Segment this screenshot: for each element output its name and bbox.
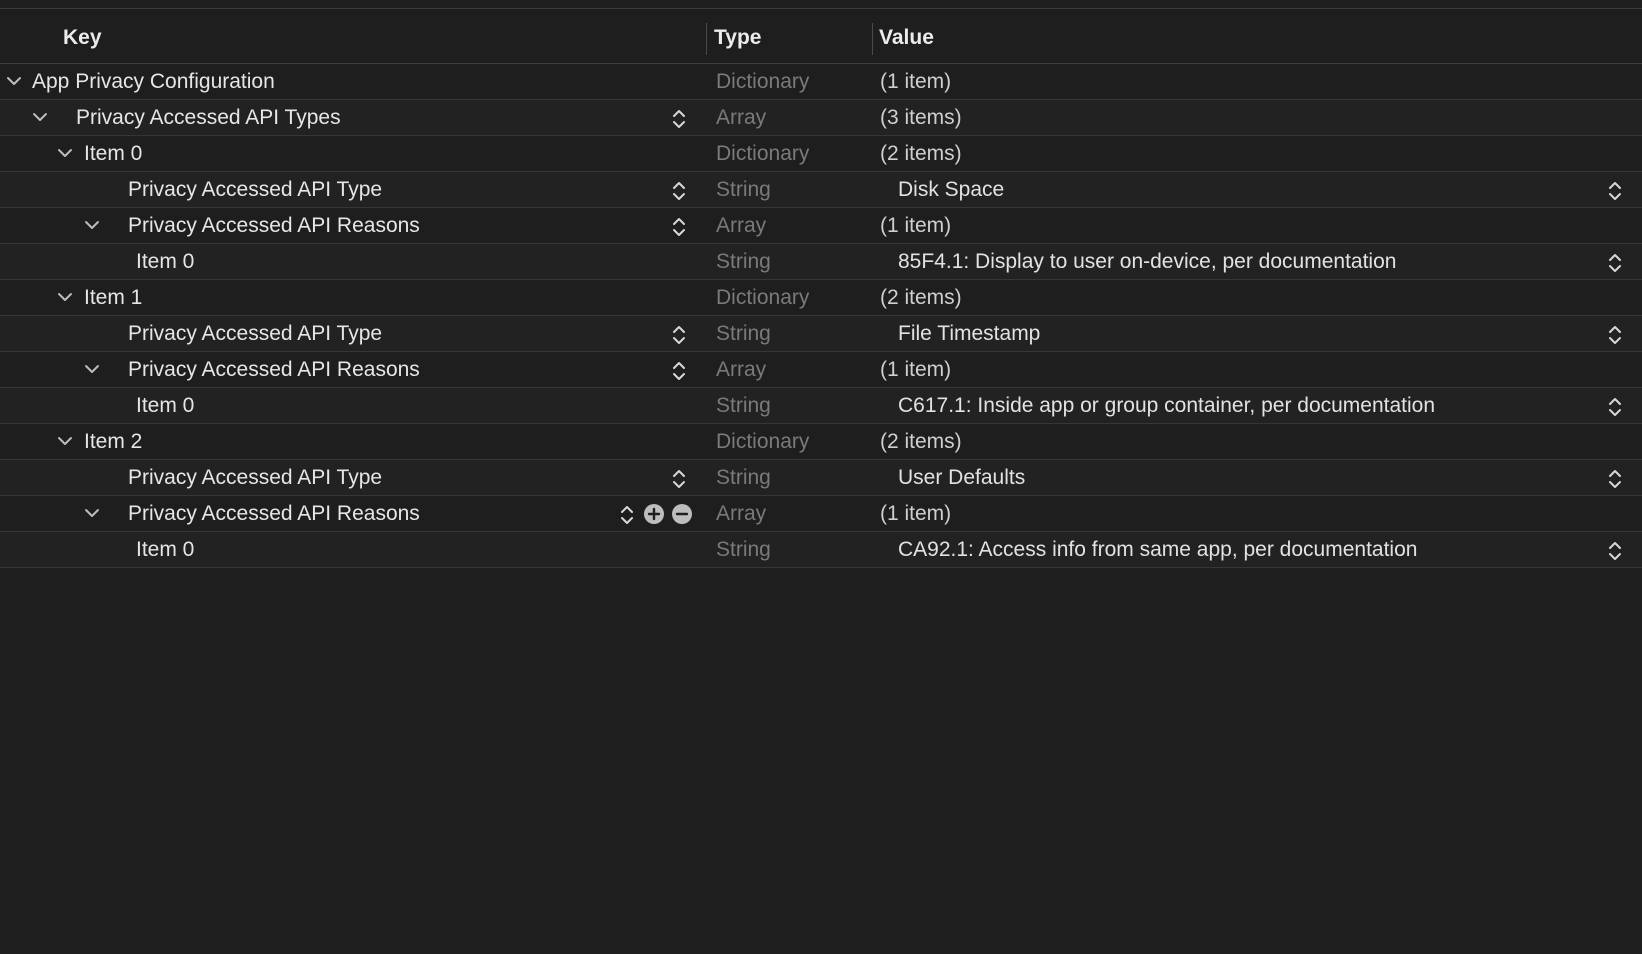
up-down-stepper-icon[interactable] (1607, 396, 1623, 418)
table-row[interactable]: Item 1 Dictionary (2 items) (0, 280, 1642, 316)
up-down-stepper-icon[interactable] (671, 180, 687, 202)
chevron-down-icon[interactable] (56, 290, 74, 304)
row-key[interactable]: Item 1 (84, 280, 142, 316)
table-row[interactable]: Privacy Accessed API Reasons Array (1 it… (0, 208, 1642, 244)
row-key[interactable]: Item 0 (136, 244, 194, 280)
chevron-down-icon[interactable] (5, 74, 23, 88)
row-key[interactable]: App Privacy Configuration (32, 64, 275, 100)
table-row[interactable]: App Privacy Configuration Dictionary (1 … (0, 64, 1642, 100)
up-down-stepper-icon[interactable] (1607, 468, 1623, 490)
plus-circle-icon[interactable] (643, 503, 665, 525)
row-type: String (716, 466, 771, 489)
chevron-down-icon[interactable] (56, 434, 74, 448)
row-type: String (716, 322, 771, 345)
row-key[interactable]: Privacy Accessed API Types (76, 100, 341, 136)
row-key[interactable]: Item 2 (84, 424, 142, 460)
row-key[interactable]: Privacy Accessed API Type (128, 172, 382, 208)
table-row[interactable]: Item 0 String CA92.1: Access info from s… (0, 532, 1642, 568)
chevron-down-icon[interactable] (83, 218, 101, 232)
row-type: String (716, 250, 771, 273)
row-type: Array (716, 106, 767, 129)
up-down-stepper-icon[interactable] (619, 504, 635, 526)
row-value[interactable]: 85F4.1: Display to user on-device, per d… (898, 244, 1396, 280)
plist-rows: App Privacy Configuration Dictionary (1 … (0, 64, 1642, 568)
chevron-down-icon[interactable] (83, 362, 101, 376)
row-type: Array (716, 502, 767, 525)
chevron-down-icon[interactable] (31, 110, 49, 124)
row-value: (1 item) (880, 502, 952, 525)
minus-circle-icon[interactable] (671, 503, 693, 525)
row-key[interactable]: Privacy Accessed API Reasons (128, 352, 420, 388)
row-type: Array (716, 358, 767, 381)
row-type: String (716, 178, 771, 201)
row-key[interactable]: Item 0 (136, 532, 194, 568)
up-down-stepper-icon[interactable] (671, 324, 687, 346)
row-value[interactable]: User Defaults (898, 460, 1025, 496)
table-row[interactable]: Privacy Accessed API Types Array (3 item… (0, 100, 1642, 136)
up-down-stepper-icon[interactable] (1607, 252, 1623, 274)
table-row[interactable]: Item 0 String C617.1: Inside app or grou… (0, 388, 1642, 424)
row-key[interactable]: Privacy Accessed API Reasons (128, 496, 420, 532)
table-row[interactable]: Item 0 Dictionary (2 items) (0, 136, 1642, 172)
row-type: Dictionary (716, 70, 810, 93)
column-resize-handle[interactable] (872, 23, 873, 55)
up-down-stepper-icon[interactable] (1607, 324, 1623, 346)
chevron-down-icon[interactable] (56, 146, 74, 160)
row-value: (1 item) (880, 214, 952, 237)
up-down-stepper-icon[interactable] (671, 468, 687, 490)
row-type: String (716, 394, 771, 417)
row-type: Dictionary (716, 286, 810, 309)
row-key[interactable]: Privacy Accessed API Reasons (128, 208, 420, 244)
row-value: (1 item) (880, 358, 952, 381)
up-down-stepper-icon[interactable] (1607, 540, 1623, 562)
key-column-header[interactable]: Key (63, 9, 102, 64)
table-row[interactable]: Privacy Accessed API Reasons Array (1 it… (0, 352, 1642, 388)
row-value: (3 items) (880, 106, 962, 129)
row-key[interactable]: Privacy Accessed API Type (128, 460, 382, 496)
column-resize-handle[interactable] (706, 23, 707, 55)
up-down-stepper-icon[interactable] (1607, 180, 1623, 202)
row-key[interactable]: Privacy Accessed API Type (128, 316, 382, 352)
plist-editor: Key Type Value App Privacy Configuration… (0, 0, 1642, 954)
table-row[interactable]: Item 0 String 85F4.1: Display to user on… (0, 244, 1642, 280)
table-row[interactable]: Privacy Accessed API Type String Disk Sp… (0, 172, 1642, 208)
type-column-header[interactable]: Type (714, 9, 761, 64)
row-value: (1 item) (880, 70, 952, 93)
row-key[interactable]: Item 0 (84, 136, 142, 172)
table-row[interactable]: Privacy Accessed API Type String File Ti… (0, 316, 1642, 352)
up-down-stepper-icon[interactable] (671, 216, 687, 238)
row-type: String (716, 538, 771, 561)
up-down-stepper-icon[interactable] (671, 360, 687, 382)
row-value[interactable]: Disk Space (898, 172, 1004, 208)
up-down-stepper-icon[interactable] (671, 108, 687, 130)
row-value: (2 items) (880, 142, 962, 165)
row-type: Dictionary (716, 142, 810, 165)
table-row[interactable]: Privacy Accessed API Type String User De… (0, 460, 1642, 496)
row-type: Dictionary (716, 430, 810, 453)
row-type: Array (716, 214, 767, 237)
row-value: (2 items) (880, 286, 962, 309)
column-header: Key Type Value (0, 9, 1642, 64)
row-value[interactable]: CA92.1: Access info from same app, per d… (898, 532, 1417, 568)
table-row[interactable]: Privacy Accessed API Reasons Array (1 it… (0, 496, 1642, 532)
row-value[interactable]: C617.1: Inside app or group container, p… (898, 388, 1435, 424)
chevron-down-icon[interactable] (83, 506, 101, 520)
row-key[interactable]: Item 0 (136, 388, 194, 424)
value-column-header[interactable]: Value (879, 9, 934, 64)
row-value: (2 items) (880, 430, 962, 453)
row-value[interactable]: File Timestamp (898, 316, 1040, 352)
table-row[interactable]: Item 2 Dictionary (2 items) (0, 424, 1642, 460)
